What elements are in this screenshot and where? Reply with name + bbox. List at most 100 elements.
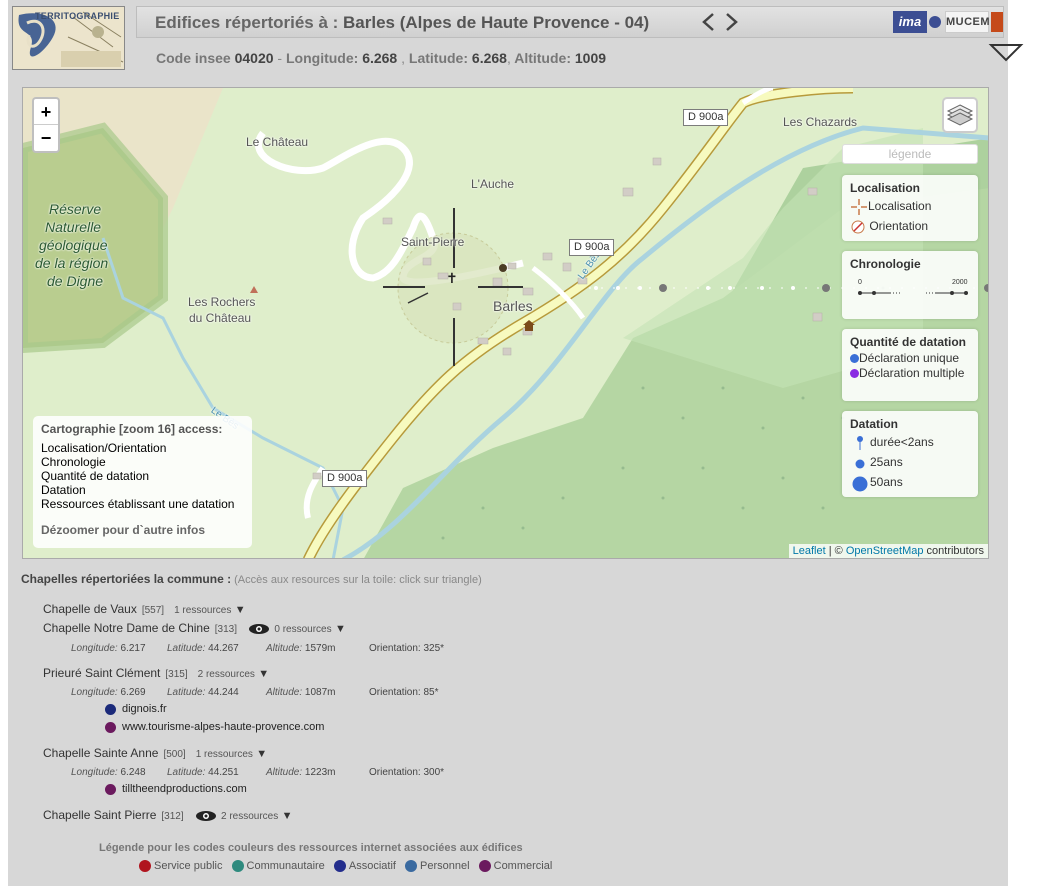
chapel-item: Chapelle Notre Dame de Chine [313] 0 ress…: [43, 621, 346, 635]
orient-value: 325*: [423, 643, 445, 654]
lon-label: Longitude:: [71, 643, 118, 654]
legend-datation: Datation durée<2ans 25ans 50ans: [842, 411, 978, 497]
zoom-in-button[interactable]: +: [34, 99, 58, 125]
expand-triangle-icon[interactable]: ▼: [335, 623, 346, 635]
resource-link[interactable]: dignois.fr: [105, 703, 167, 715]
alt-value: 1579m: [304, 643, 336, 654]
legend-quantite: Quantité de datation Déclaration unique …: [842, 329, 978, 401]
alt-label: Altitude:: [266, 767, 303, 778]
legend-chronologie-title: Chronologie: [850, 257, 921, 271]
chapel-resources[interactable]: 1 ressources: [196, 749, 253, 760]
legend-localisation-row: Localisation: [850, 197, 970, 217]
app-container: TERRITOGRAPHIE Edifices répertoriés à : …: [8, 0, 1008, 886]
chapel-resources[interactable]: 2 ressources: [198, 669, 255, 680]
resource-url[interactable]: www.tourisme-alpes-haute-provence.com: [122, 721, 324, 733]
mucem-logo[interactable]: MUCEM: [945, 11, 990, 33]
eye-icon[interactable]: [248, 623, 270, 635]
lat-label: Latitude:: [167, 643, 206, 654]
lon-value: 6.217: [120, 643, 146, 654]
expand-triangle-icon[interactable]: ▼: [282, 810, 293, 822]
legend-item-label: Communautaire: [246, 860, 325, 872]
service-public-dot: [139, 860, 151, 873]
chapel-item: Chapelle Saint Pierre [312] 2 ressources …: [43, 808, 292, 822]
eye-logo: [929, 16, 941, 28]
alt-value: 1223m: [304, 767, 336, 778]
legend-datation-row-1: durée<2ans: [850, 433, 970, 453]
resource-url[interactable]: dignois.fr: [122, 703, 167, 715]
latitude-value: 6.268: [471, 50, 507, 66]
legend-item-label: Service public: [154, 860, 223, 872]
legend-chronologie: Chronologie 0 2000: [842, 251, 978, 319]
next-commune-button[interactable]: [721, 11, 741, 33]
personnel-dot: [405, 860, 418, 873]
road-shield-d900a: D 900a: [569, 239, 615, 256]
crosshair-icon: [851, 198, 867, 215]
logo-text: TERRITOGRAPHIE: [35, 11, 120, 21]
expand-triangle-icon[interactable]: ▼: [256, 748, 267, 760]
chapel-name: Chapelle de Vaux: [43, 602, 137, 616]
longitude-label: Longitude:: [285, 50, 359, 66]
eye-icon[interactable]: [195, 810, 217, 822]
chapel-resources[interactable]: 0 ressources: [274, 624, 331, 635]
mmsh-logo[interactable]: [991, 12, 1003, 32]
title-place: Barles (Alpes de Haute Provence - 04): [343, 13, 650, 32]
resource-color-dot: [105, 721, 116, 733]
resource-color-dot: [105, 783, 116, 795]
orient-value: 85*: [423, 687, 439, 698]
orient-value: 300*: [423, 767, 445, 778]
info-line: Datation: [41, 483, 86, 497]
orient-label: Orientation:: [369, 687, 421, 698]
orientation-icon: [851, 220, 865, 234]
expand-triangle-icon[interactable]: ▼: [258, 668, 269, 680]
multiple-declaration-dot: [850, 369, 859, 379]
legend-localisation-title: Localisation: [850, 181, 921, 195]
chapels-hint: (Accès aux resources sur la toile: click…: [234, 574, 482, 586]
chapel-resources[interactable]: 1 ressources: [174, 605, 231, 616]
legend-datation-label-1: durée<2ans: [870, 435, 934, 449]
osm-link[interactable]: OpenStreetMap: [846, 545, 924, 557]
legend-item-label: Personnel: [420, 860, 470, 872]
territographie-logo[interactable]: TERRITOGRAPHIE: [12, 6, 125, 70]
legend-datation-row-3: 50ans: [850, 473, 970, 493]
resource-url[interactable]: tilltheendproductions.com: [122, 783, 247, 795]
alt-value: 1087m: [304, 687, 336, 698]
previous-commune-button[interactable]: [699, 11, 719, 33]
legend-datation-title: Datation: [850, 417, 898, 431]
zoom-out-hint[interactable]: Dézoomer pour d`autre infos: [41, 523, 244, 537]
chapel-code: [557]: [141, 605, 165, 616]
chapels-heading-title: Chapelles répertoriées la commune :: [21, 572, 232, 586]
commune-info: Code insee 04020 - Longitude: 6.268 , La…: [156, 50, 607, 66]
legend-button[interactable]: légende: [842, 144, 978, 164]
layers-button[interactable]: [942, 97, 978, 133]
legend-localisation: Localisation Localisation Orientation: [842, 175, 978, 241]
altitude-value: 1009: [574, 50, 607, 66]
info-line: Quantité de datation: [41, 469, 150, 483]
map[interactable]: ✝ Le Château Les Chazards L'Auche Saint-…: [22, 87, 989, 559]
chevron-right-icon: [726, 13, 738, 31]
lat-label: Latitude:: [167, 767, 206, 778]
info-line: Chronologie: [41, 455, 106, 469]
expand-triangle-icon[interactable]: ▼: [235, 604, 246, 616]
legend-quantite-title: Quantité de datation: [850, 335, 967, 349]
page-title: Edifices répertoriés à : Barles (Alpes d…: [155, 13, 649, 33]
attribution-separator: | ©: [825, 545, 846, 557]
dot-medium-icon: [855, 459, 865, 469]
resource-link[interactable]: www.tourisme-alpes-haute-provence.com: [105, 721, 324, 733]
pin-small-icon: [857, 435, 863, 450]
alt-label: Altitude:: [266, 643, 303, 654]
resource-color-dot: [105, 703, 116, 715]
chronology-scale-icon: [858, 291, 968, 295]
chevron-left-icon: [702, 13, 714, 31]
collapse-toggle-button[interactable]: [988, 42, 1024, 64]
orient-label: Orientation:: [369, 643, 421, 654]
attribution-rest: contributors: [923, 545, 984, 557]
leaflet-link[interactable]: Leaflet: [793, 545, 826, 557]
chapel-resources[interactable]: 2 ressources: [221, 811, 278, 822]
zoom-out-button[interactable]: −: [34, 125, 58, 151]
label-saint-pierre: Saint-Pierre: [401, 235, 465, 249]
label-reserve-3: géologique: [39, 237, 108, 253]
ima-logo[interactable]: ima: [893, 11, 927, 33]
legend-quantite-multiple: Déclaration multiple: [859, 366, 965, 380]
title-bar: Edifices répertoriés à : Barles (Alpes d…: [136, 6, 1004, 38]
resource-link[interactable]: tilltheendproductions.com: [105, 783, 247, 795]
